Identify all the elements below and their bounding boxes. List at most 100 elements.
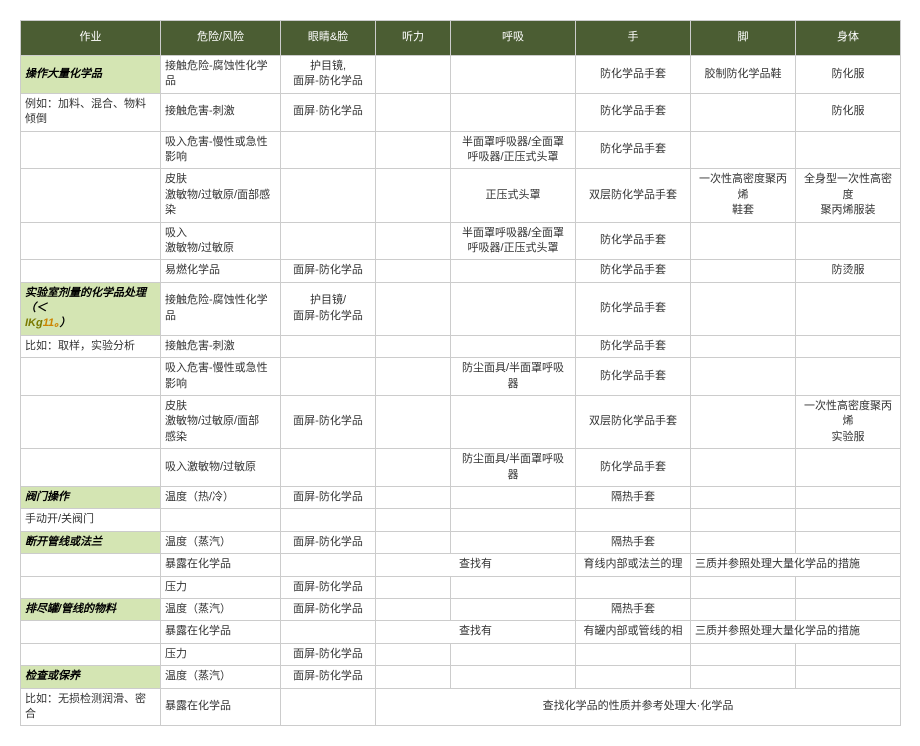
cell bbox=[451, 509, 576, 531]
cell bbox=[451, 486, 576, 508]
section-title: 操作大量化学品 bbox=[21, 56, 161, 94]
cell: 三质并参照处理大量化学品的措施 bbox=[691, 554, 901, 576]
section-title: 阀门操作 bbox=[21, 486, 161, 508]
section-note: 比如：无损检测润滑、密合 bbox=[21, 688, 161, 726]
cell: 防化学品手套 bbox=[576, 222, 691, 260]
cell bbox=[376, 598, 451, 620]
cell bbox=[376, 396, 451, 449]
cell bbox=[796, 282, 901, 335]
cell bbox=[451, 260, 576, 282]
cell: 隔热手套 bbox=[576, 598, 691, 620]
cell bbox=[21, 260, 161, 282]
cell: 查找有 bbox=[376, 621, 576, 643]
cell bbox=[376, 93, 451, 131]
cell bbox=[376, 486, 451, 508]
cell: 防化学品手套 bbox=[576, 131, 691, 169]
cell: 半面罩呼吸器/全面罩呼吸器/正压式头罩 bbox=[451, 131, 576, 169]
cell: 暴露在化学品 bbox=[161, 554, 281, 576]
cell: 防尘面具/半面罩呼吸器 bbox=[451, 358, 576, 396]
cell: 胶制防化学品鞋 bbox=[691, 56, 796, 94]
cell bbox=[451, 335, 576, 357]
col-header-5: 手 bbox=[576, 21, 691, 56]
cell bbox=[21, 169, 161, 222]
cell bbox=[796, 509, 901, 531]
cell: 温度（蒸汽） bbox=[161, 531, 281, 553]
cell bbox=[21, 358, 161, 396]
cell bbox=[281, 688, 376, 726]
cell bbox=[796, 358, 901, 396]
cell bbox=[796, 666, 901, 688]
cell bbox=[281, 222, 376, 260]
cell: 面屏-防化学品 bbox=[281, 396, 376, 449]
section-note: 比如：取样，实验分析 bbox=[21, 335, 161, 357]
cell: 一次性高密度聚丙烯实验服 bbox=[796, 396, 901, 449]
section-title: 排尽罐/管线的物料 bbox=[21, 598, 161, 620]
cell: 育线内部或法兰的理 bbox=[576, 554, 691, 576]
cell: 暴露在化学品 bbox=[161, 621, 281, 643]
cell bbox=[576, 509, 691, 531]
cell: 面屏-防化学品 bbox=[281, 598, 376, 620]
cell: 接触危险-腐蚀性化学品 bbox=[161, 56, 281, 94]
cell bbox=[21, 621, 161, 643]
cell bbox=[691, 576, 796, 598]
cell bbox=[691, 335, 796, 357]
cell: 面屏-防化学品 bbox=[281, 531, 376, 553]
col-header-1: 危险/风险 bbox=[161, 21, 281, 56]
cell bbox=[691, 282, 796, 335]
cell: 三质并参照处理大量化学品的措施 bbox=[691, 621, 901, 643]
cell: 接触危害-刺激 bbox=[161, 335, 281, 357]
cell: 皮肤激敏物/过敏原/面部感染 bbox=[161, 396, 281, 449]
cell: 易燃化学品 bbox=[161, 260, 281, 282]
cell bbox=[451, 598, 576, 620]
cell bbox=[576, 666, 691, 688]
cell bbox=[691, 531, 796, 553]
cell bbox=[691, 131, 796, 169]
cell bbox=[796, 643, 901, 665]
cell bbox=[691, 222, 796, 260]
cell: 护目镜,面屏-防化学品 bbox=[281, 56, 376, 94]
cell: 防尘面具/半面罩呼吸器 bbox=[451, 449, 576, 487]
col-header-7: 身体 bbox=[796, 21, 901, 56]
cell bbox=[376, 169, 451, 222]
cell bbox=[376, 643, 451, 665]
cell: 温度（蒸汽） bbox=[161, 666, 281, 688]
cell: 温度（热/冷） bbox=[161, 486, 281, 508]
cell: 吸入激敏物/过敏原 bbox=[161, 222, 281, 260]
cell bbox=[376, 358, 451, 396]
cell: 压力 bbox=[161, 576, 281, 598]
cell: 护目镜/面屏-防化学品 bbox=[281, 282, 376, 335]
cell bbox=[451, 282, 576, 335]
cell: 防化学品手套 bbox=[576, 449, 691, 487]
cell: 温度（蒸汽） bbox=[161, 598, 281, 620]
cell: 一次性高密度聚丙烯鞋套 bbox=[691, 169, 796, 222]
cell bbox=[376, 131, 451, 169]
cell bbox=[21, 449, 161, 487]
cell: 面屏·防化学品 bbox=[281, 93, 376, 131]
cell: 正压式头罩 bbox=[451, 169, 576, 222]
table-head: 作业危险/风险眼睛&脸听力呼吸手脚身体 bbox=[21, 21, 901, 56]
cell bbox=[281, 335, 376, 357]
cell: 隔热手套 bbox=[576, 531, 691, 553]
cell: 压力 bbox=[161, 643, 281, 665]
cell bbox=[376, 531, 451, 553]
cell bbox=[281, 358, 376, 396]
cell: 防化学品手套 bbox=[576, 260, 691, 282]
cell bbox=[281, 449, 376, 487]
col-header-4: 呼吸 bbox=[451, 21, 576, 56]
cell: 双层防化学品手套 bbox=[576, 169, 691, 222]
cell bbox=[281, 169, 376, 222]
cell bbox=[281, 554, 376, 576]
cell bbox=[796, 531, 901, 553]
cell: 双层防化学品手套 bbox=[576, 396, 691, 449]
cell bbox=[451, 93, 576, 131]
cell bbox=[451, 576, 576, 598]
section-title: 断开管线或法兰 bbox=[21, 531, 161, 553]
cell: 查找化学品的性质并参考处理大·化学品 bbox=[376, 688, 901, 726]
cell bbox=[376, 282, 451, 335]
cell bbox=[21, 643, 161, 665]
table-body: 操作大量化学品接触危险-腐蚀性化学品护目镜,面屏-防化学品防化学品手套胶制防化学… bbox=[21, 56, 901, 726]
cell: 隔热手套 bbox=[576, 486, 691, 508]
cell: 半面罩呼吸器/全面罩呼吸器/正压式头罩 bbox=[451, 222, 576, 260]
cell bbox=[21, 222, 161, 260]
cell: 吸入激敏物/过敏原 bbox=[161, 449, 281, 487]
